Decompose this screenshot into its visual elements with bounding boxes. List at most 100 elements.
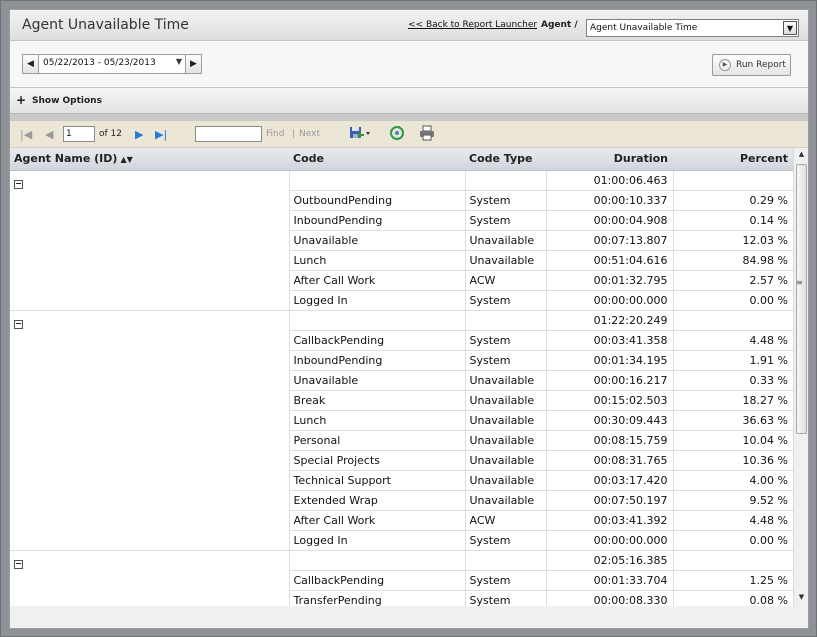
- date-range-select[interactable]: 05/22/2013 - 05/23/2013 ▼: [39, 54, 185, 74]
- agent-cell: −: [10, 169, 289, 310]
- column-header-duration[interactable]: Duration: [546, 148, 673, 171]
- page-count: of 12: [99, 129, 122, 139]
- duration-cell: 00:01:33.704: [545, 570, 673, 591]
- next-link[interactable]: Next: [299, 129, 320, 139]
- print-icon[interactable]: [419, 125, 435, 144]
- percent-cell: 0.33 %: [672, 370, 793, 391]
- code-type-cell: Unavailable: [464, 450, 546, 471]
- duration-cell: 00:00:16.217: [545, 370, 673, 391]
- report-table: Agent Name (ID) ▲▼ Code Code Type Duratio…: [10, 148, 793, 606]
- run-report-button[interactable]: ▶ Run Report: [712, 54, 791, 76]
- duration-cell: 00:01:32.795: [545, 270, 673, 291]
- footer-area: [10, 606, 808, 628]
- percent-cell: 12.03 %: [672, 230, 793, 251]
- percent-cell: 4.48 %: [672, 510, 793, 531]
- play-icon: ▶: [719, 59, 731, 71]
- first-page-icon[interactable]: |◀: [20, 128, 32, 141]
- code-cell: CallbackPending: [288, 570, 465, 591]
- last-page-icon[interactable]: ▶|: [155, 128, 167, 141]
- agent-cell: −: [10, 309, 289, 550]
- agent-select[interactable]: Agent Unavailable Time ▼: [586, 19, 799, 37]
- chevron-down-icon[interactable]: ▼: [783, 21, 797, 35]
- code-cell: Logged In: [288, 530, 465, 551]
- percent-cell: 9.52 %: [672, 490, 793, 511]
- column-header-agent[interactable]: Agent Name (ID) ▲▼: [10, 148, 289, 171]
- code-type-cell: System: [464, 530, 546, 551]
- duration-cell: 00:00:00.000: [545, 290, 673, 311]
- code-cell: TransferPending: [288, 590, 465, 606]
- vertical-scrollbar[interactable]: ▲ ≡ ▼: [793, 148, 808, 606]
- export-save-icon[interactable]: [349, 125, 371, 144]
- header-bar: Agent Unavailable Time << Back to Report…: [10, 10, 808, 41]
- prev-date-button[interactable]: ◀: [22, 54, 39, 74]
- collapse-icon[interactable]: −: [14, 179, 23, 189]
- next-date-button[interactable]: ▶: [185, 54, 202, 74]
- duration-cell: 00:07:13.807: [545, 230, 673, 251]
- table-body: −01:00:06.463 OutboundPending System 00:00:…: [10, 169, 793, 606]
- page-number-input[interactable]: 1: [63, 126, 95, 142]
- code-type-cell: Unavailable: [464, 230, 546, 251]
- report-toolbar: |◀ ◀ 1 of 12 ▶ ▶| Find | Next: [10, 121, 808, 148]
- percent-cell: 36.63 %: [672, 410, 793, 431]
- code-type-cell: Unavailable: [464, 370, 546, 391]
- code-type-cell: Unavailable: [464, 410, 546, 431]
- next-page-icon[interactable]: ▶: [135, 128, 143, 141]
- code-cell: Extended Wrap: [288, 490, 465, 511]
- duration-cell: 00:01:34.195: [545, 350, 673, 371]
- back-to-launcher-link[interactable]: << Back to Report Launcher: [408, 20, 537, 30]
- group-row: − 02:05:16.385: [10, 549, 793, 606]
- grip-icon: ≡: [796, 278, 803, 287]
- scrollbar-thumb[interactable]: [796, 164, 807, 434]
- table-header-row: Agent Name (ID) ▲▼ Code Code Type Duratio…: [10, 148, 793, 171]
- refresh-icon[interactable]: [389, 125, 405, 144]
- group-percent-cell: [672, 310, 793, 331]
- code-type-cell: ACW: [464, 510, 546, 531]
- code-cell: Personal: [288, 430, 465, 451]
- agent-cell: −: [10, 549, 289, 606]
- prev-page-icon[interactable]: ◀: [45, 128, 53, 141]
- code-type-cell: Unavailable: [464, 490, 546, 511]
- group-row: − 01:22:20.249: [10, 309, 793, 550]
- column-header-code-type[interactable]: Code Type: [465, 148, 546, 171]
- group-type-cell: [464, 310, 546, 331]
- group-total-duration: 01:22:20.249: [545, 310, 673, 331]
- find-link[interactable]: Find: [266, 129, 284, 139]
- scroll-down-icon[interactable]: ▼: [796, 593, 807, 604]
- collapse-icon[interactable]: −: [14, 559, 23, 569]
- duration-cell: 00:03:41.392: [545, 510, 673, 531]
- date-toolbar: ◀ 05/22/2013 - 05/23/2013 ▼ ▶ ▶ Run Repo…: [10, 41, 808, 88]
- find-input[interactable]: [195, 126, 262, 142]
- date-range-control: ◀ 05/22/2013 - 05/23/2013 ▼ ▶: [22, 54, 202, 74]
- code-type-cell: Unavailable: [464, 390, 546, 411]
- percent-cell: 2.57 %: [672, 270, 793, 291]
- group-percent-cell: [672, 170, 793, 191]
- column-header-code[interactable]: Code: [289, 148, 465, 171]
- code-type-cell: System: [464, 330, 546, 351]
- window-frame: Agent Unavailable Time << Back to Report…: [0, 0, 817, 637]
- sort-icon[interactable]: ▲▼: [120, 155, 132, 164]
- show-options-bar[interactable]: + Show Options: [10, 88, 808, 114]
- duration-cell: 00:08:31.765: [545, 450, 673, 471]
- scroll-up-icon[interactable]: ▲: [796, 150, 807, 161]
- code-cell: OutboundPending: [288, 190, 465, 211]
- arrow-right-icon: ▶: [190, 59, 197, 69]
- percent-cell: 18.27 %: [672, 390, 793, 411]
- report-panel: Agent Unavailable Time << Back to Report…: [9, 9, 809, 629]
- duration-cell: 00:51:04.616: [545, 250, 673, 271]
- code-cell: Special Projects: [288, 450, 465, 471]
- duration-cell: 00:07:50.197: [545, 490, 673, 511]
- duration-cell: 00:08:15.759: [545, 430, 673, 451]
- duration-cell: 00:03:41.358: [545, 330, 673, 351]
- percent-cell: 0.08 %: [672, 590, 793, 606]
- percent-cell: 1.91 %: [672, 350, 793, 371]
- column-header-agent-label: Agent Name (ID): [14, 152, 118, 166]
- code-type-cell: Unavailable: [464, 430, 546, 451]
- agent-label: Agent /: [541, 20, 578, 30]
- percent-cell: 0.00 %: [672, 290, 793, 311]
- group-total-duration: 02:05:16.385: [545, 550, 673, 571]
- column-header-percent[interactable]: Percent: [673, 148, 793, 171]
- duration-cell: 00:00:00.000: [545, 530, 673, 551]
- collapse-icon[interactable]: −: [14, 319, 23, 329]
- toolbar-separator: |: [292, 129, 296, 139]
- page-title: Agent Unavailable Time: [22, 17, 189, 33]
